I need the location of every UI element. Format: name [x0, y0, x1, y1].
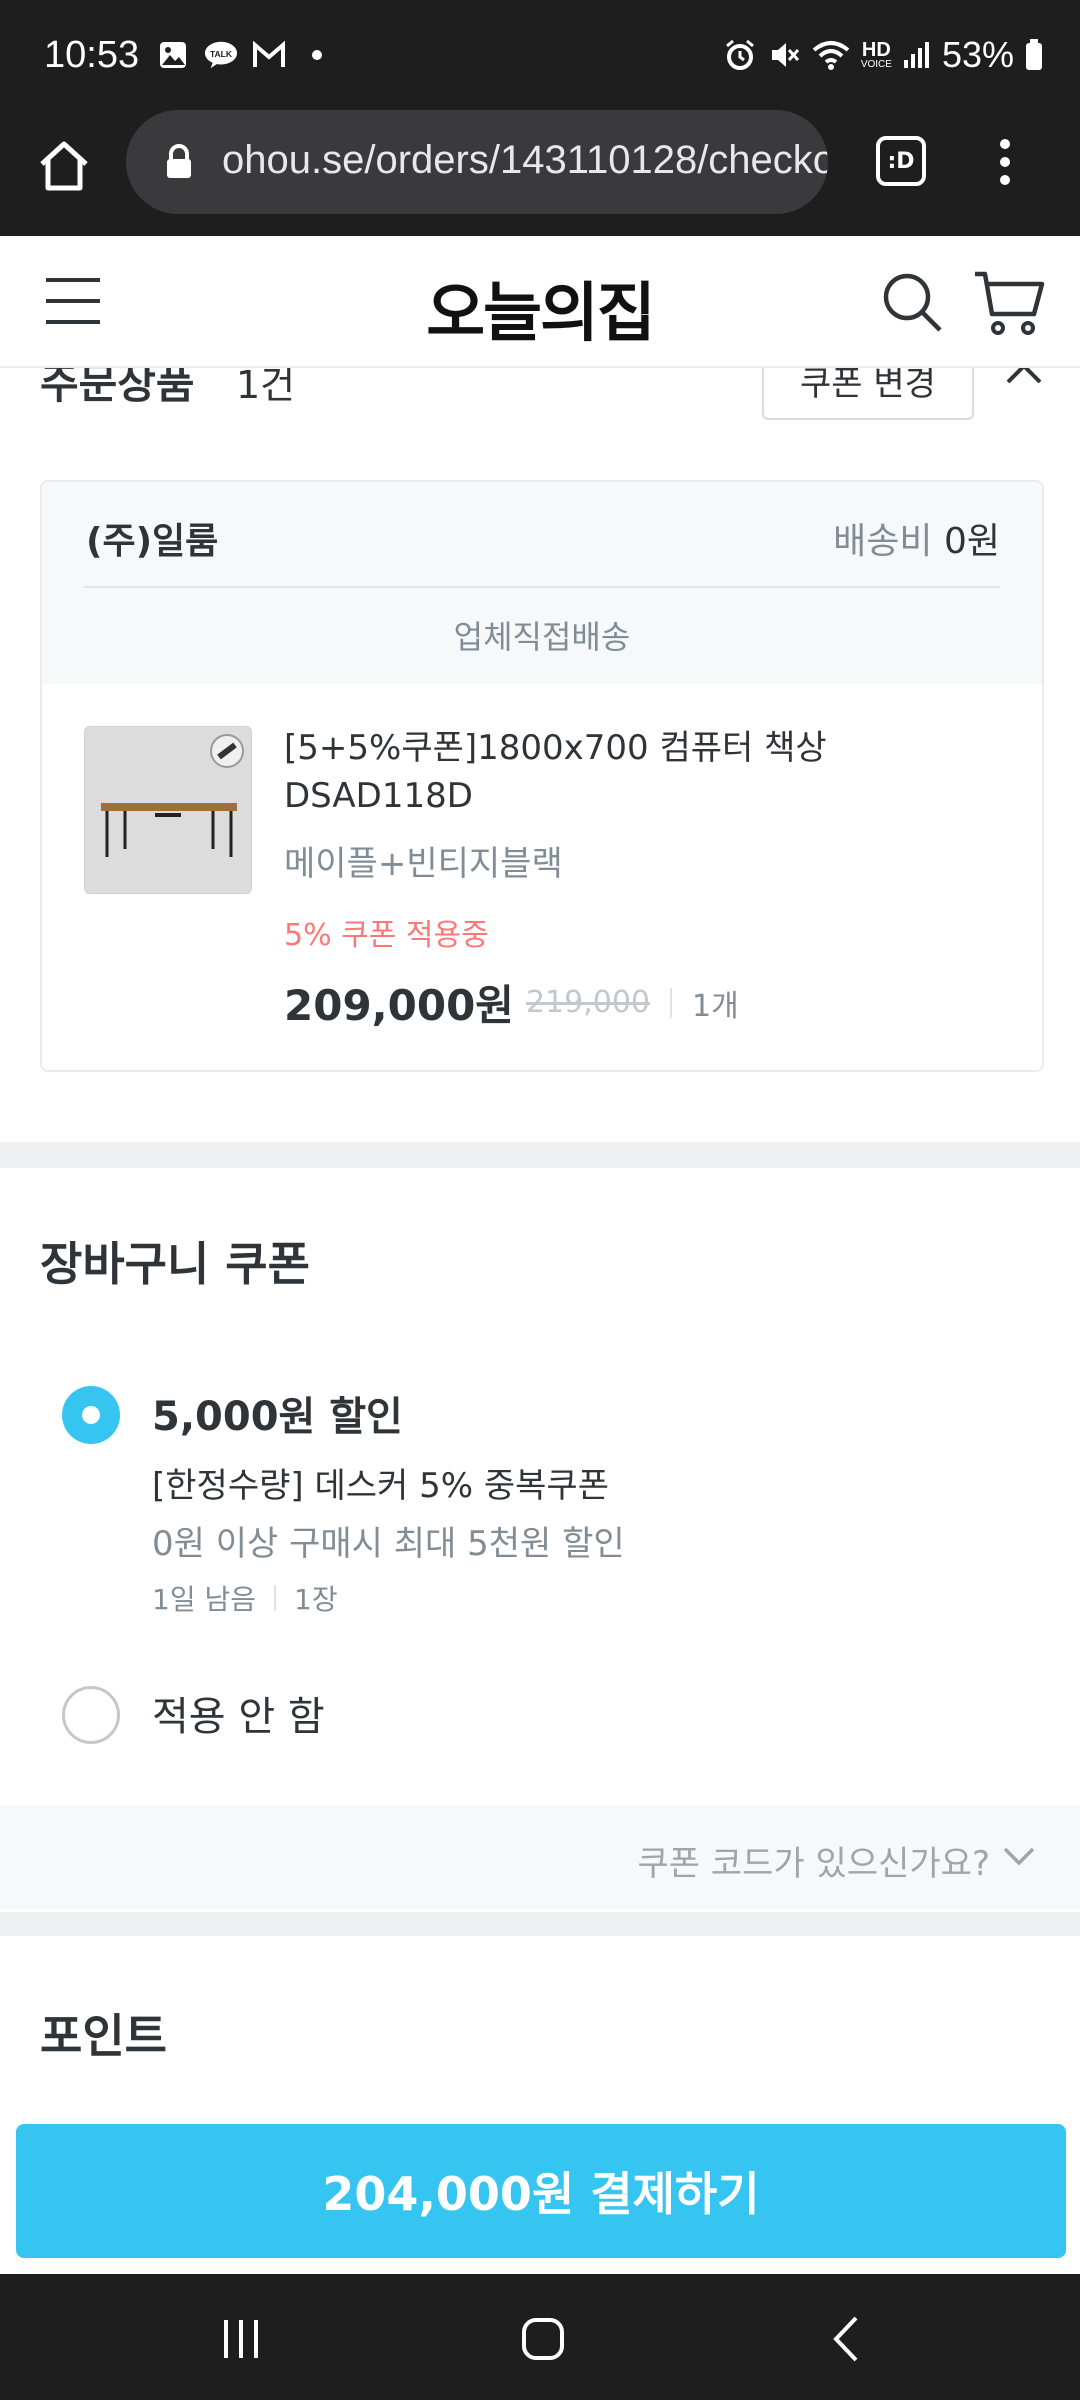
product-image[interactable]	[84, 726, 252, 894]
order-item-card: (주)일룸 배송비 0원 업체직접배송 [5+5%쿠폰]1800x700 컴퓨터…	[40, 480, 1044, 1072]
cart-icon[interactable]	[972, 268, 1046, 338]
mute-icon	[771, 43, 799, 67]
coupon-radio-selected[interactable]	[62, 1386, 120, 1444]
coupon-amount[interactable]: 5,000원 할인	[152, 1384, 403, 1442]
shipping-fee-label: 배송비	[833, 521, 933, 562]
seller-header: (주)일룸 배송비 0원 업체직접배송	[42, 482, 1042, 684]
home-nav-icon[interactable]	[518, 2314, 568, 2364]
coupon-condition: 0원 이상 구매시 최대 5천원 할인	[152, 1524, 625, 1564]
divider	[670, 987, 672, 1018]
cart-coupon-title: 장바구니 쿠폰	[40, 1237, 310, 1291]
battery-icon	[1026, 39, 1042, 70]
shipping-fee: 배송비 0원	[833, 512, 1000, 564]
browser-toolbar: ohou.se/orders/143110128/checkout :D	[0, 110, 1080, 236]
notification-icons: TALK	[156, 38, 334, 72]
coupon-meta: 1일 남음 1장	[152, 1578, 338, 1618]
address-bar[interactable]: ohou.se/orders/143110128/checkout	[126, 110, 828, 214]
svg-text:TALK: TALK	[210, 49, 233, 59]
product-name[interactable]: [5+5%쿠폰]1800x700 컴퓨터 책상 DSAD118D	[284, 724, 1004, 820]
shipping-fee-value: 0원	[943, 521, 1000, 562]
system-nav-bar	[0, 2274, 1080, 2400]
hd-voice-icon: HD VOICE	[860, 39, 892, 70]
chevron-down-icon	[1002, 1844, 1036, 1868]
lock-icon	[167, 144, 191, 178]
mail-icon	[252, 38, 286, 72]
site-header: 오늘의집	[0, 236, 1080, 368]
coupon-code-toggle[interactable]: 쿠폰 코드가 있으신가요?	[0, 1806, 1080, 1910]
recent-apps-icon[interactable]	[216, 2314, 266, 2364]
points-title: 포인트	[40, 2009, 167, 2063]
no-coupon-label[interactable]: 적용 안 함	[152, 1684, 325, 1742]
seller-name: (주)일룸	[86, 521, 219, 562]
product-quantity: 1개	[692, 988, 739, 1024]
divider	[274, 1585, 276, 1611]
pay-button[interactable]: 204,000원 결제하기	[16, 2124, 1066, 2258]
section-divider	[0, 1142, 1080, 1168]
product-price: 209,000원	[284, 981, 514, 1030]
signal-icon	[903, 42, 929, 68]
status-time: 10:53	[44, 34, 140, 76]
more-icon[interactable]	[990, 132, 1020, 192]
system-icons: HD VOICE 53%	[723, 34, 1044, 76]
status-bar: 10:53 TALK HD VOICE 53%	[0, 0, 1080, 110]
gallery-icon	[156, 38, 190, 72]
dot-icon	[300, 38, 334, 72]
battery-percent: 53%	[941, 34, 1014, 75]
shipping-type: 업체직접배송	[453, 618, 631, 656]
coupon-applied-status: 5% 쿠폰 적용중	[284, 918, 489, 953]
coupon-name: [한정수량] 데스커 5% 중복쿠폰	[152, 1466, 609, 1506]
alarm-icon	[725, 39, 754, 70]
talk-icon: TALK	[204, 38, 238, 72]
home-icon[interactable]	[32, 134, 96, 198]
price-row: 209,000원 219,000 1개	[284, 972, 739, 1033]
back-icon[interactable]	[822, 2314, 872, 2364]
coupon-code-prompt: 쿠폰 코드가 있으신가요?	[637, 1844, 990, 1884]
product-option: 메이플+빈티지블랙	[284, 844, 563, 884]
original-price: 219,000	[525, 985, 650, 1020]
url-text: ohou.se/orders/143110128/checkout	[222, 138, 828, 182]
divider	[84, 586, 1000, 588]
search-icon[interactable]	[880, 270, 944, 334]
coupon-radio-none[interactable]	[62, 1686, 120, 1744]
section-divider	[0, 1912, 1080, 1936]
coupon-days-left: 1일 남음	[152, 1583, 256, 1616]
wifi-icon	[812, 41, 850, 70]
coupon-count: 1장	[294, 1583, 338, 1616]
tabs-icon[interactable]: :D	[876, 136, 926, 186]
